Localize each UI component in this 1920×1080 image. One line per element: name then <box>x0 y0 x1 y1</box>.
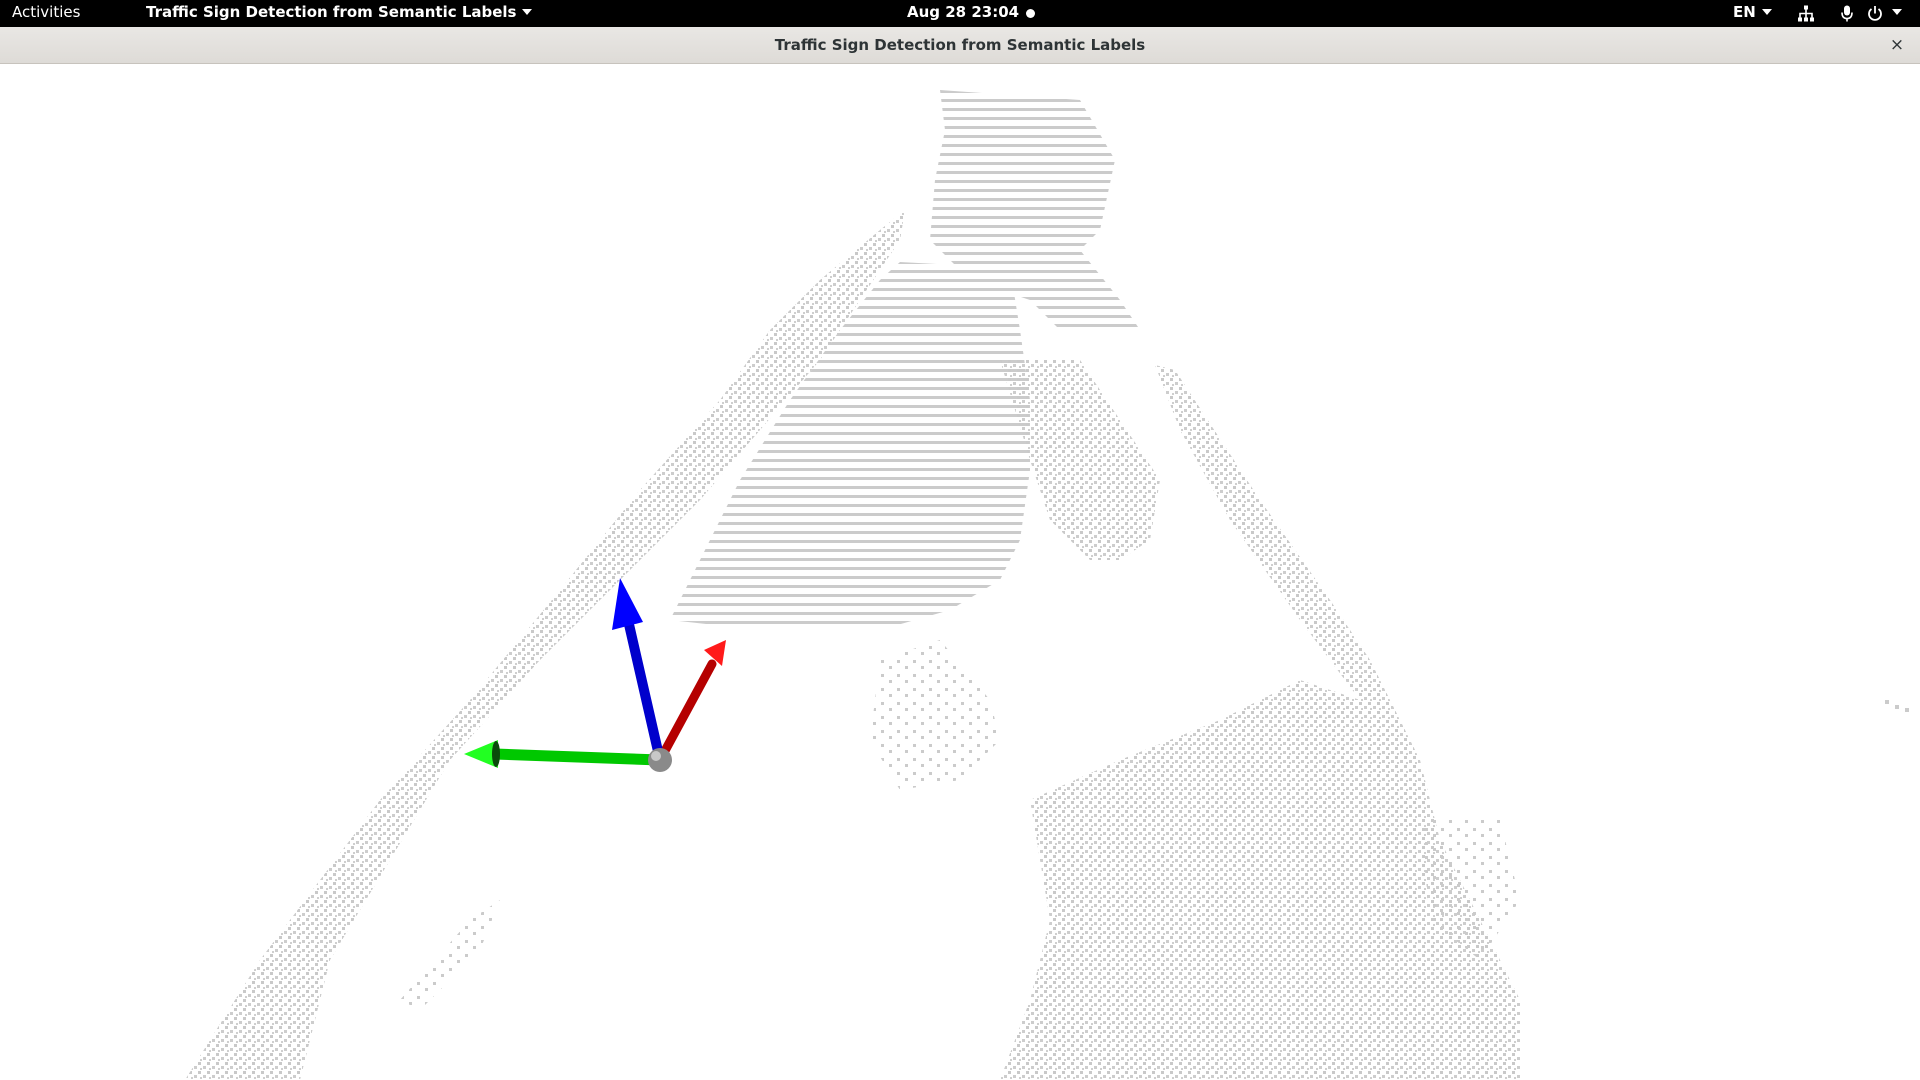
near-clutter <box>870 640 1000 790</box>
road-boundary-band <box>185 210 905 1080</box>
origin-highlight <box>651 751 661 761</box>
language-label: EN <box>1733 3 1756 21</box>
z-axis-arrow <box>612 578 665 765</box>
language-caret-icon <box>1761 8 1772 15</box>
network-icon[interactable] <box>1797 0 1815 27</box>
top-panel: Activities Traffic Sign Detection from S… <box>0 0 1920 27</box>
microphone-icon[interactable] <box>1840 0 1854 27</box>
point-cloud <box>185 90 1909 1080</box>
system-menu-caret[interactable] <box>1886 0 1902 27</box>
far-right-points <box>1895 705 1899 709</box>
activities-button[interactable]: Activities <box>12 0 80 27</box>
window-titlebar[interactable]: Traffic Sign Detection from Semantic Lab… <box>0 27 1920 64</box>
language-selector[interactable]: EN <box>1733 0 1772 27</box>
app-menu-label: Traffic Sign Detection from Semantic Lab… <box>146 3 517 21</box>
notification-dot-icon <box>1026 9 1035 18</box>
app-menu-button[interactable]: Traffic Sign Detection from Semantic Lab… <box>146 0 533 27</box>
close-button[interactable]: × <box>1888 36 1906 54</box>
power-icon[interactable] <box>1866 0 1884 27</box>
clock[interactable]: Aug 28 23:04 <box>907 0 1019 27</box>
y-axis-arrow <box>464 740 666 768</box>
window-title: Traffic Sign Detection from Semantic Lab… <box>774 36 1146 54</box>
point-cloud-view[interactable] <box>0 64 1920 1080</box>
far-right-points <box>1905 708 1909 712</box>
app-menu-caret-icon <box>522 8 533 15</box>
3d-viewer-canvas[interactable] <box>0 64 1920 1080</box>
lower-left-sparse <box>400 900 500 1010</box>
far-right-points <box>1885 700 1889 704</box>
x-axis-arrow <box>655 640 726 765</box>
system-caret-icon <box>1892 8 1902 15</box>
origin-sphere <box>648 748 672 772</box>
